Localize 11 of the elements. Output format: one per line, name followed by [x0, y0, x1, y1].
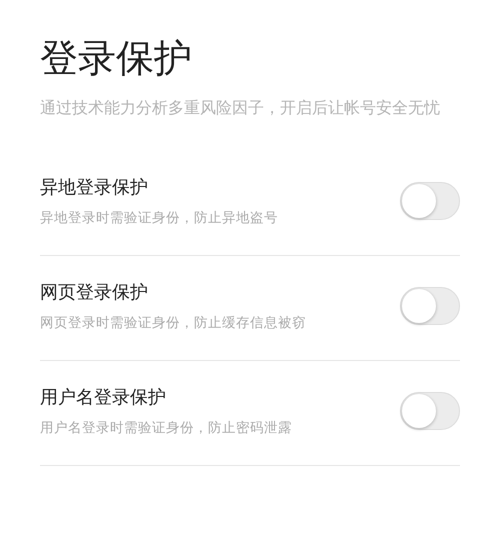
- page-title: 登录保护: [40, 35, 193, 82]
- setting-hint: 用户名登录时需验证身份，防止密码泄露: [40, 419, 292, 437]
- setting-hint: 网页登录时需验证身份，防止缓存信息被窃: [40, 314, 306, 332]
- setting-label: 用户名登录保护: [40, 386, 167, 409]
- setting-hint: 异地登录时需验证身份，防止异地盗号: [40, 209, 278, 227]
- page-description: 通过技术能力分析多重风险因子，开启后让帐号安全无忧: [40, 97, 441, 119]
- setting-label: 网页登录保护: [40, 281, 149, 304]
- toggle-switch[interactable]: [400, 287, 460, 325]
- toggle-switch[interactable]: [400, 392, 460, 430]
- toggle-switch[interactable]: [400, 182, 460, 220]
- setting-label: 异地登录保护: [40, 176, 149, 199]
